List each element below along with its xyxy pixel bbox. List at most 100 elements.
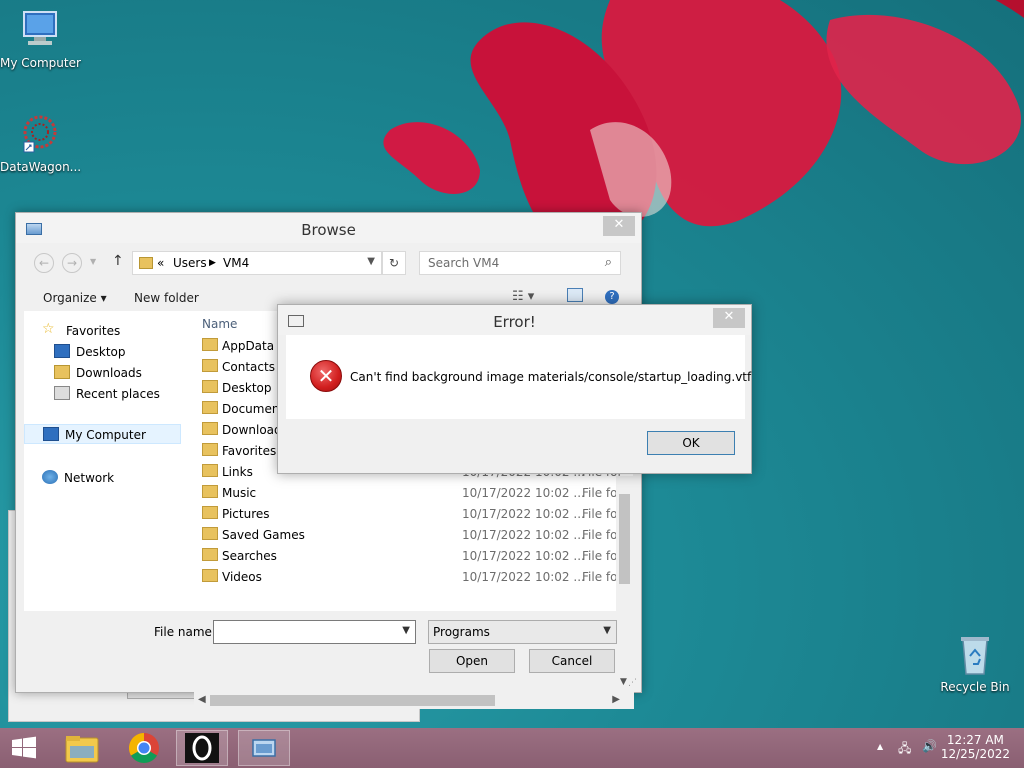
file-name: Saved Games bbox=[222, 528, 305, 542]
error-title: Error! bbox=[493, 313, 536, 331]
scroll-right-icon[interactable]: ▶ bbox=[612, 694, 620, 705]
folder-icon bbox=[202, 569, 218, 582]
file-row[interactable]: Pictures 10/17/2022 10:02 ... File fol bbox=[202, 503, 632, 524]
nav-network[interactable]: Network bbox=[24, 468, 184, 488]
folder-icon bbox=[202, 485, 218, 498]
file-type: File fol bbox=[582, 570, 621, 584]
breadcrumb-users[interactable]: Users bbox=[173, 256, 207, 270]
folder-icon bbox=[202, 359, 218, 372]
file-type-select[interactable]: Programs ▼ bbox=[428, 620, 617, 644]
network-tray-icon[interactable]: 🖧 bbox=[898, 739, 911, 760]
file-name-input[interactable]: ▼ bbox=[213, 620, 416, 644]
nav-desktop[interactable]: Desktop bbox=[24, 342, 184, 362]
file-row[interactable]: Saved Games 10/17/2022 10:02 ... File fol bbox=[202, 524, 632, 545]
taskbar-app-black[interactable] bbox=[176, 730, 228, 766]
new-folder-button[interactable]: New folder bbox=[134, 291, 199, 305]
taskbar-chrome[interactable] bbox=[118, 730, 170, 766]
ok-button[interactable]: OK bbox=[647, 431, 735, 455]
search-icon[interactable]: ⌕ bbox=[605, 255, 612, 270]
taskbar-browse-window[interactable] bbox=[238, 730, 290, 766]
desktop-icon-datawagon[interactable]: DataWagon... bbox=[0, 112, 81, 174]
chrome-icon bbox=[128, 733, 159, 764]
computer-icon bbox=[18, 8, 62, 52]
forward-button[interactable]: → bbox=[62, 253, 82, 273]
error-icon: ✕ bbox=[310, 360, 342, 392]
nav-favorites[interactable]: ☆ Favorites bbox=[24, 321, 184, 341]
address-bar[interactable]: « Users ▶ VM4 ▼ bbox=[132, 251, 382, 275]
nav-label: Downloads bbox=[76, 366, 142, 380]
desktop-folder-icon bbox=[54, 344, 70, 358]
file-date: 10/17/2022 10:02 ... bbox=[462, 507, 585, 521]
scroll-down-icon[interactable]: ▼ bbox=[620, 677, 627, 687]
nav-label: Recent places bbox=[76, 387, 160, 401]
close-button[interactable]: ✕ bbox=[713, 308, 745, 328]
scrollbar-thumb[interactable] bbox=[619, 494, 630, 584]
breadcrumb-vm4[interactable]: VM4 bbox=[223, 256, 249, 270]
file-name: Pictures bbox=[222, 507, 270, 521]
volume-icon[interactable]: 🔊 bbox=[922, 739, 937, 753]
close-button[interactable]: ✕ bbox=[603, 216, 635, 236]
search-box[interactable]: ⌕ bbox=[419, 251, 621, 275]
file-name: Favorites bbox=[222, 444, 277, 458]
chevron-down-icon[interactable]: ▼ bbox=[367, 256, 375, 267]
browse-titlebar[interactable]: Browse ✕ bbox=[16, 213, 641, 243]
column-header-name[interactable]: Name bbox=[202, 317, 237, 331]
file-type: File fol bbox=[582, 507, 621, 521]
folder-icon bbox=[202, 422, 218, 435]
horizontal-scrollbar[interactable]: ◀ ▶ bbox=[194, 692, 634, 709]
folder-icon bbox=[139, 257, 153, 269]
error-message: Can't find background image materials/co… bbox=[350, 370, 752, 384]
file-name: Videos bbox=[222, 570, 262, 584]
file-type: File fol bbox=[582, 486, 621, 500]
file-row[interactable]: Music 10/17/2022 10:02 ... File fol bbox=[202, 482, 632, 503]
chevron-down-icon[interactable]: ▼ bbox=[402, 625, 410, 636]
file-row[interactable]: Searches 10/17/2022 10:02 ... File fol bbox=[202, 545, 632, 566]
file-row[interactable]: Videos 10/17/2022 10:02 ... File fol bbox=[202, 566, 632, 587]
network-icon bbox=[42, 470, 58, 484]
star-icon: ☆ bbox=[42, 321, 55, 337]
chevron-down-icon[interactable]: ▼ bbox=[603, 625, 611, 636]
nav-downloads[interactable]: Downloads bbox=[24, 363, 184, 383]
start-button[interactable] bbox=[0, 730, 48, 766]
folder-icon bbox=[202, 443, 218, 456]
show-hidden-icons-icon[interactable]: ▲ bbox=[877, 742, 883, 751]
clock[interactable]: 12:27 AM 12/25/2022 bbox=[941, 733, 1010, 761]
back-button[interactable]: ← bbox=[34, 253, 54, 273]
view-options-icon[interactable]: ☷ ▾ bbox=[512, 289, 534, 304]
chevron-right-icon[interactable]: ▶ bbox=[209, 258, 216, 268]
refresh-button[interactable]: ↻ bbox=[382, 251, 406, 275]
cancel-button[interactable]: Cancel bbox=[529, 649, 615, 673]
file-name: Download bbox=[222, 423, 282, 437]
file-date: 10/17/2022 10:02 ... bbox=[462, 528, 585, 542]
preview-pane-icon[interactable] bbox=[567, 288, 583, 302]
search-input[interactable] bbox=[428, 256, 588, 270]
windows-icon bbox=[12, 736, 36, 759]
file-date: 10/17/2022 10:02 ... bbox=[462, 486, 585, 500]
folder-icon bbox=[202, 506, 218, 519]
folder-icon bbox=[65, 736, 99, 763]
scroll-left-icon[interactable]: ◀ bbox=[198, 694, 206, 705]
resize-grip-icon[interactable]: ⋰ bbox=[628, 678, 637, 688]
address-overflow[interactable]: « bbox=[157, 256, 164, 270]
open-button[interactable]: Open bbox=[429, 649, 515, 673]
nav-recent-places[interactable]: Recent places bbox=[24, 384, 184, 404]
desktop-icon-my-computer[interactable]: My Computer bbox=[0, 8, 81, 70]
nav-my-computer[interactable]: My Computer bbox=[24, 424, 181, 444]
file-type-value: Programs bbox=[433, 625, 490, 639]
organize-button[interactable]: Organize ▾ bbox=[43, 291, 107, 305]
scrollbar-thumb[interactable] bbox=[210, 695, 495, 706]
datawagon-icon bbox=[18, 112, 62, 156]
navigation-pane: ☆ Favorites Desktop Downloads Recent pla… bbox=[24, 311, 194, 611]
up-button[interactable]: ↑ bbox=[112, 253, 124, 269]
nav-label: Favorites bbox=[66, 324, 121, 338]
desktop-icon-recycle-bin[interactable]: Recycle Bin bbox=[935, 632, 1015, 694]
desktop-icon-label: Recycle Bin bbox=[940, 680, 1010, 694]
recent-locations-icon[interactable]: ▼ bbox=[90, 257, 96, 266]
vertical-scrollbar[interactable]: ▼ bbox=[616, 476, 633, 691]
error-dialog: Error! ✕ ✕ Can't find background image m… bbox=[277, 304, 752, 474]
help-icon[interactable]: ? bbox=[605, 290, 619, 304]
nav-label: Desktop bbox=[76, 345, 126, 359]
error-titlebar[interactable]: Error! ✕ bbox=[278, 305, 751, 335]
recycle-bin-icon bbox=[953, 632, 997, 676]
taskbar-file-explorer[interactable] bbox=[56, 730, 108, 766]
